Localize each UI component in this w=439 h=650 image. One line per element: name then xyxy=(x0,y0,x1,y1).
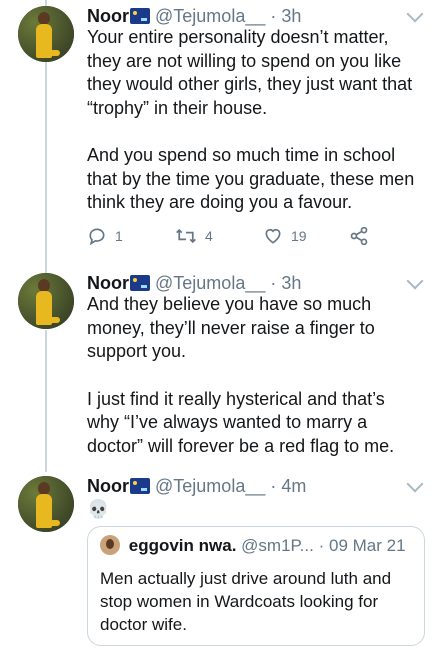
tweet-text: 💀 xyxy=(87,498,417,522)
quoted-avatar xyxy=(100,535,120,555)
separator: · xyxy=(318,536,325,555)
tweet-paragraph: Your entire personality doesn’t matter, … xyxy=(87,27,413,118)
skull-emoji: 💀 xyxy=(87,499,110,519)
reply-count: 1 xyxy=(115,228,123,244)
quoted-display-name: eggovin nwa. xyxy=(128,536,237,555)
tweet[interactable]: Noor @Tejumola__ · 3h Your entire person… xyxy=(0,4,439,256)
chevron-down-icon[interactable] xyxy=(406,475,424,493)
tweet-paragraph: And they believe you have so much money,… xyxy=(87,294,375,361)
share-icon xyxy=(350,226,368,246)
flag-icon xyxy=(130,478,150,494)
retweet-count: 4 xyxy=(205,228,213,244)
quoted-date: 09 Mar 21 xyxy=(329,536,406,555)
chevron-down-icon[interactable] xyxy=(406,5,424,23)
user-handle[interactable]: @Tejumola__ xyxy=(155,476,265,496)
separator: · xyxy=(270,6,277,26)
like-button[interactable]: 19 xyxy=(263,226,307,246)
like-count: 19 xyxy=(291,228,307,244)
flag-icon xyxy=(130,8,150,24)
flag-icon xyxy=(130,275,150,291)
tweet-paragraph: I just find it really hysterical and tha… xyxy=(87,388,395,456)
display-name[interactable]: Noor xyxy=(87,476,129,496)
timestamp[interactable]: 3h xyxy=(281,6,301,26)
reply-button[interactable]: 1 xyxy=(87,226,123,246)
avatar[interactable] xyxy=(18,476,74,532)
tweet-header: Noor @Tejumola__ · 3h xyxy=(87,4,301,28)
quoted-tweet-text: Men actually just drive around luth and … xyxy=(100,569,392,634)
display-name[interactable]: Noor xyxy=(87,6,129,26)
like-icon xyxy=(265,228,281,244)
chevron-down-icon[interactable] xyxy=(406,272,424,290)
tweet-paragraph: And you spend so much time in school tha… xyxy=(87,145,415,212)
retweet-button[interactable]: 4 xyxy=(175,226,213,246)
avatar[interactable] xyxy=(18,6,74,62)
tweet-header: Noor @Tejumola__ · 3h xyxy=(87,271,301,295)
tweet-text: Your entire personality doesn’t matter, … xyxy=(87,26,417,215)
timestamp[interactable]: 4m xyxy=(281,476,306,496)
reply-icon xyxy=(89,228,105,246)
share-button[interactable] xyxy=(349,226,369,246)
quoted-tweet[interactable]: eggovin nwa. @sm1P... · 09 Mar 21 Men ac… xyxy=(87,526,425,646)
quoted-user-handle: @sm1P... xyxy=(241,536,314,555)
tweet-header: Noor @Tejumola__ · 4m xyxy=(87,474,306,498)
tweet-text: And they believe you have so much money,… xyxy=(87,293,417,458)
user-handle[interactable]: @Tejumola__ xyxy=(155,273,265,293)
retweet-icon xyxy=(176,228,196,244)
tweet[interactable]: Noor @Tejumola__ · 4m 💀 eggovin nwa. @sm… xyxy=(0,474,439,650)
display-name[interactable]: Noor xyxy=(87,273,129,293)
tweet-actions: 1 4 19 xyxy=(87,226,387,248)
separator: · xyxy=(270,476,277,496)
user-handle[interactable]: @Tejumola__ xyxy=(155,6,265,26)
tweet[interactable]: Noor @Tejumola__ · 3h And they believe y… xyxy=(0,271,439,473)
quoted-tweet-header: eggovin nwa. @sm1P... · 09 Mar 21 xyxy=(100,535,406,556)
timestamp[interactable]: 3h xyxy=(281,273,301,293)
separator: · xyxy=(270,273,277,293)
avatar[interactable] xyxy=(18,273,74,329)
